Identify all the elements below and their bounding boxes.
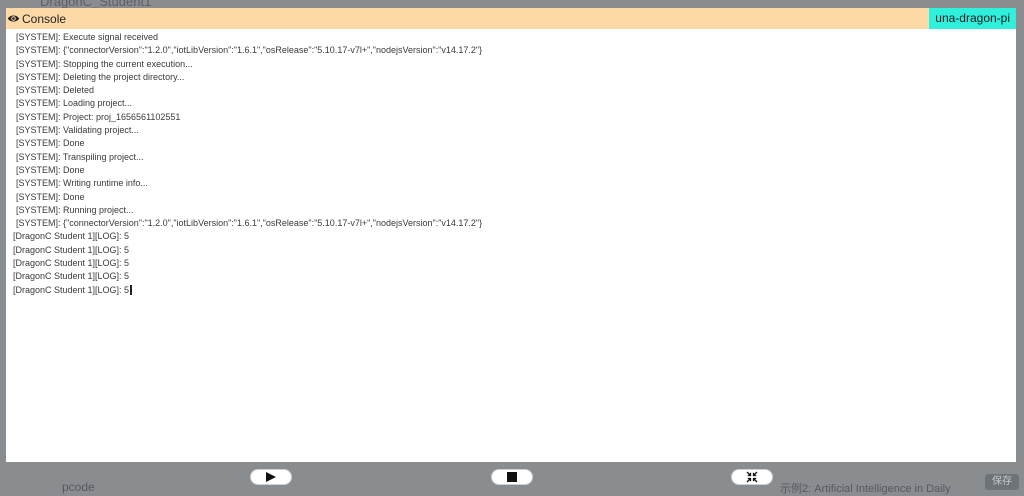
console-header: Console una-dragon-pi xyxy=(6,8,1016,29)
backdrop-bottom-left: pcode xyxy=(62,480,95,494)
log-line-system: [SYSTEM]: Writing runtime info... xyxy=(16,178,148,189)
log-line-user-text: [DragonC Student 1][LOG]: 5 xyxy=(13,284,130,295)
log-line-system: [SYSTEM]: Stopping the current execution… xyxy=(16,58,193,69)
log-line-system: [SYSTEM]: Done xyxy=(16,191,85,202)
device-badge[interactable]: una-dragon-pi xyxy=(929,8,1016,29)
log-line-system: [SYSTEM]: Deleted xyxy=(16,85,95,96)
console-panel: Console una-dragon-pi [SYSTEM]: Execute … xyxy=(6,8,1016,462)
log-line-user: [DragonC Student 1][LOG]: 5 xyxy=(13,271,130,282)
log-line-system: [SYSTEM]: Project: proj_1656561102551 xyxy=(16,111,181,122)
console-title: Console xyxy=(22,11,67,26)
collapse-button[interactable] xyxy=(731,469,773,485)
log-line-user: [DragonC Student 1][LOG]: 5 xyxy=(13,244,130,255)
eye-icon[interactable] xyxy=(7,12,20,25)
text-cursor xyxy=(130,285,133,296)
collapse-arrows-icon xyxy=(746,471,758,483)
log-line-system: [SYSTEM]: {"connectorVersion":"1.2.0","i… xyxy=(16,218,483,229)
log-line-user: [DragonC Student 1][LOG]: 5 xyxy=(6,284,1016,297)
log-line-system: [SYSTEM]: Done xyxy=(16,138,85,149)
log-line-user: [DragonC Student 1][LOG]: 5 xyxy=(13,258,130,269)
log-line-system: [SYSTEM]: {"connectorVersion":"1.2.0","i… xyxy=(16,45,483,56)
log-line-system: [SYSTEM]: Done xyxy=(16,164,85,175)
log-line-system: [SYSTEM]: Transpiling project... xyxy=(16,151,144,162)
backdrop-save-button: 保存 xyxy=(985,474,1019,490)
log-line-system: [SYSTEM]: Running project... xyxy=(16,204,134,215)
log-line-system: [SYSTEM]: Loading project... xyxy=(16,98,133,109)
console-log[interactable]: [SYSTEM]: Execute signal received [SYSTE… xyxy=(6,29,1016,297)
log-line-user: [DragonC Student 1][LOG]: 5 xyxy=(13,231,130,242)
backdrop-bottom-right: 示例2: Artificial Intelligence in Daily xyxy=(780,483,951,495)
log-line-system: [SYSTEM]: Deleting the project directory… xyxy=(16,71,185,82)
stop-button[interactable] xyxy=(491,469,533,485)
play-icon xyxy=(266,472,276,482)
log-line-system: [SYSTEM]: Validating project... xyxy=(16,125,139,136)
stop-icon xyxy=(507,472,517,482)
run-button[interactable] xyxy=(250,469,292,485)
log-line-system: [SYSTEM]: Execute signal received xyxy=(16,32,159,42)
